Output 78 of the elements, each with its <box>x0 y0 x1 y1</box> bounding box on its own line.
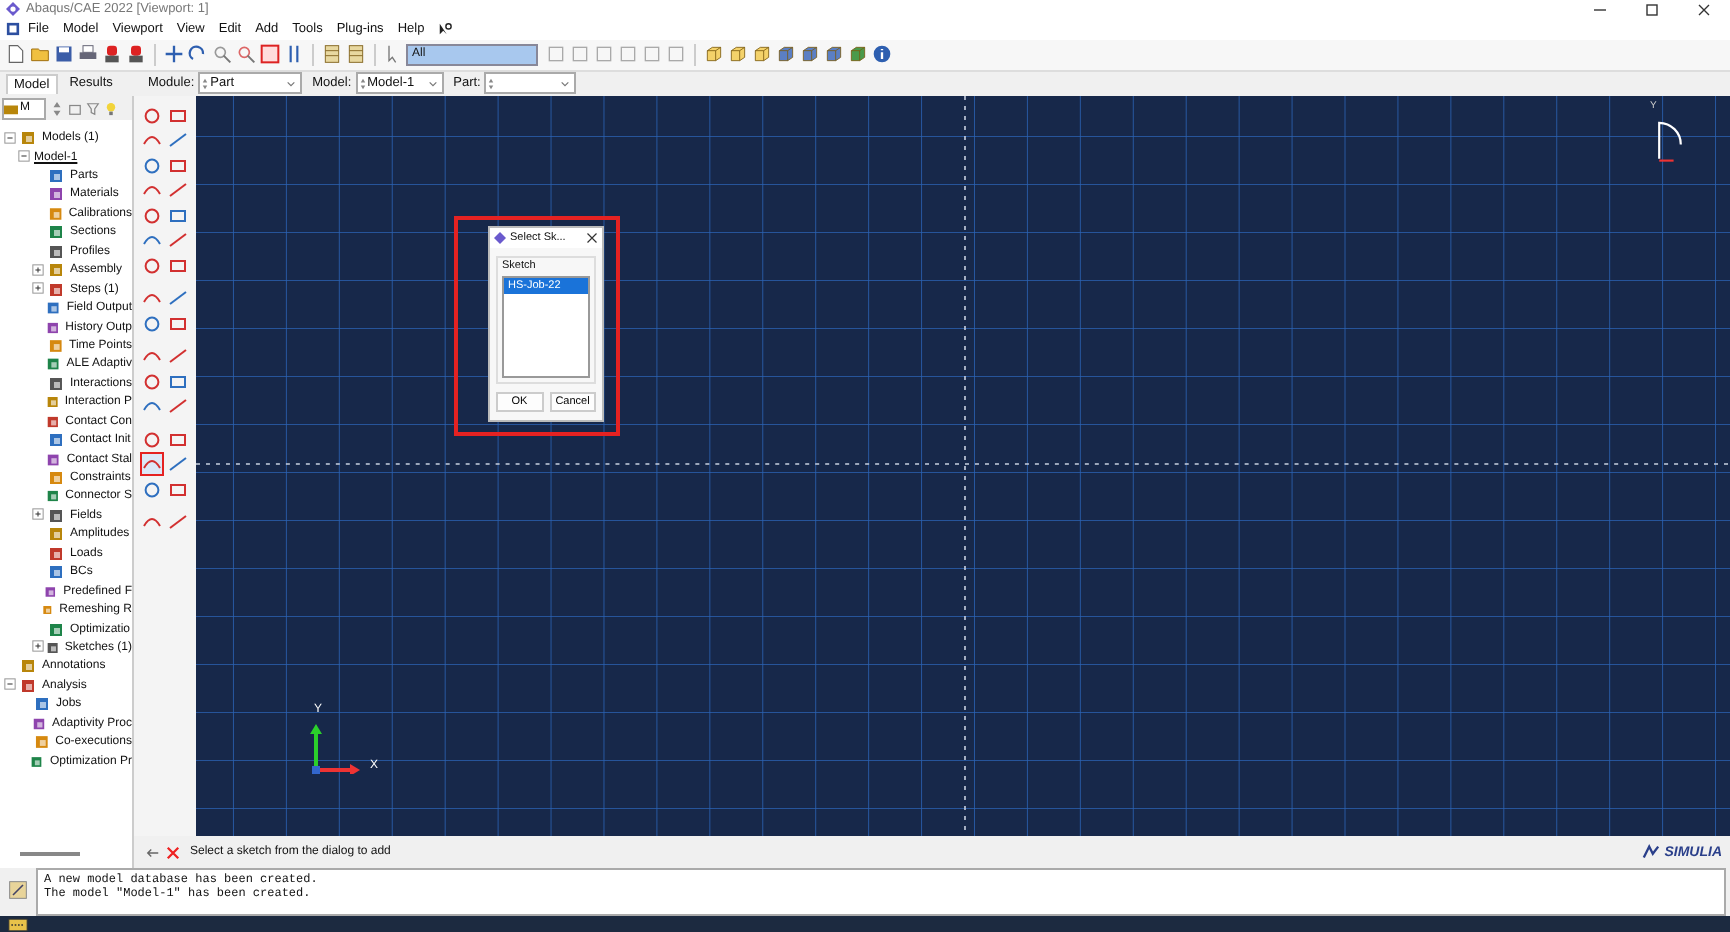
sketch-tool-icon[interactable] <box>168 288 188 309</box>
maximize-icon[interactable] <box>1644 1 1660 18</box>
sketch-tool-icon[interactable] <box>168 255 188 276</box>
sketch-tool-icon[interactable] <box>168 313 188 334</box>
sketch-tool-icon[interactable] <box>168 346 188 367</box>
spin-arrows-icon <box>488 77 495 90</box>
sketch-tool-icon[interactable] <box>168 512 188 533</box>
lightbulb-icon[interactable] <box>104 101 118 116</box>
expander-icon[interactable] <box>4 131 16 144</box>
sketch-tool-icon[interactable] <box>168 180 188 201</box>
zoom-icon[interactable] <box>236 44 256 65</box>
brand-logo-icon <box>1642 844 1661 861</box>
columns-icon[interactable] <box>346 44 366 65</box>
sketch-tool-icon[interactable] <box>142 429 162 450</box>
sketch-tool-icon[interactable] <box>142 454 162 475</box>
info-icon[interactable] <box>872 44 892 65</box>
sketch-tool-icon[interactable] <box>168 230 188 251</box>
stamp-icon[interactable] <box>126 44 146 65</box>
sketch-tool-icon[interactable] <box>168 105 188 126</box>
expander-icon[interactable] <box>4 678 16 691</box>
model-icon <box>4 101 18 116</box>
axis-triad-icon <box>310 722 362 775</box>
expander-icon[interactable] <box>32 640 44 653</box>
message-area-icon[interactable] <box>8 880 28 901</box>
expander-icon[interactable] <box>32 508 44 521</box>
cube-icon[interactable] <box>704 44 724 65</box>
sketch-tool-icon[interactable] <box>168 371 188 392</box>
node-icon <box>20 130 36 147</box>
columns-icon[interactable] <box>322 44 342 65</box>
app-icon[interactable] <box>6 22 20 37</box>
sketch-tool-icon[interactable] <box>168 429 188 450</box>
spin-arrows-icon <box>359 77 366 90</box>
cancel-icon[interactable] <box>166 845 180 860</box>
node-icon <box>47 375 64 392</box>
save-icon[interactable] <box>54 44 74 65</box>
dropdown-caret-icon <box>286 79 297 88</box>
expander-icon[interactable] <box>32 282 44 295</box>
sort-arrows-icon[interactable] <box>50 101 64 116</box>
expander-icon[interactable] <box>18 150 30 163</box>
cube-icon[interactable] <box>800 44 820 65</box>
move-icon[interactable] <box>164 44 184 65</box>
back-arrow-icon[interactable] <box>146 845 160 860</box>
close-icon[interactable] <box>1696 1 1712 18</box>
sketch-tool-icon[interactable] <box>142 155 162 176</box>
cube-icon[interactable] <box>752 44 772 65</box>
cube-icon[interactable] <box>848 44 868 65</box>
sketch-tool-icon[interactable] <box>142 479 162 500</box>
sketch-tool-icon[interactable] <box>168 479 188 500</box>
sketch-tool-icon[interactable] <box>168 454 188 475</box>
dropdown-caret-icon <box>560 79 571 88</box>
rotate-icon[interactable] <box>188 44 208 65</box>
sketch-tool-icon[interactable] <box>168 130 188 151</box>
app-logo-icon <box>494 232 506 245</box>
zoom-icon[interactable] <box>212 44 232 65</box>
stamp-icon[interactable] <box>102 44 122 65</box>
new-file-icon[interactable] <box>6 44 26 65</box>
filter-icon[interactable] <box>86 101 100 116</box>
cube-icon[interactable] <box>824 44 844 65</box>
sketch-tool-icon[interactable] <box>142 205 162 226</box>
node-icon <box>33 734 50 751</box>
dropdown-caret-icon <box>427 79 438 88</box>
expander-icon[interactable] <box>32 263 44 276</box>
spin-arrows-icon <box>202 77 209 90</box>
sketch-tool-icon[interactable] <box>168 396 188 417</box>
help-cursor-icon[interactable] <box>438 22 453 37</box>
sketch-tool-icon[interactable] <box>142 105 162 126</box>
cube-icon[interactable] <box>728 44 748 65</box>
node-icon <box>47 337 64 354</box>
python-console-icon[interactable] <box>8 917 28 932</box>
sketch-tool-icon[interactable] <box>168 155 188 176</box>
sketch-tool-icon[interactable] <box>142 313 162 334</box>
sketch-tool-icon[interactable] <box>142 255 162 276</box>
close-icon[interactable] <box>586 232 598 245</box>
print-icon[interactable] <box>78 44 98 65</box>
fit-view-icon[interactable] <box>260 44 280 65</box>
cube-icon[interactable] <box>776 44 796 65</box>
sketch-tool-icon[interactable] <box>142 371 162 392</box>
sketch-tool-icon[interactable] <box>168 205 188 226</box>
